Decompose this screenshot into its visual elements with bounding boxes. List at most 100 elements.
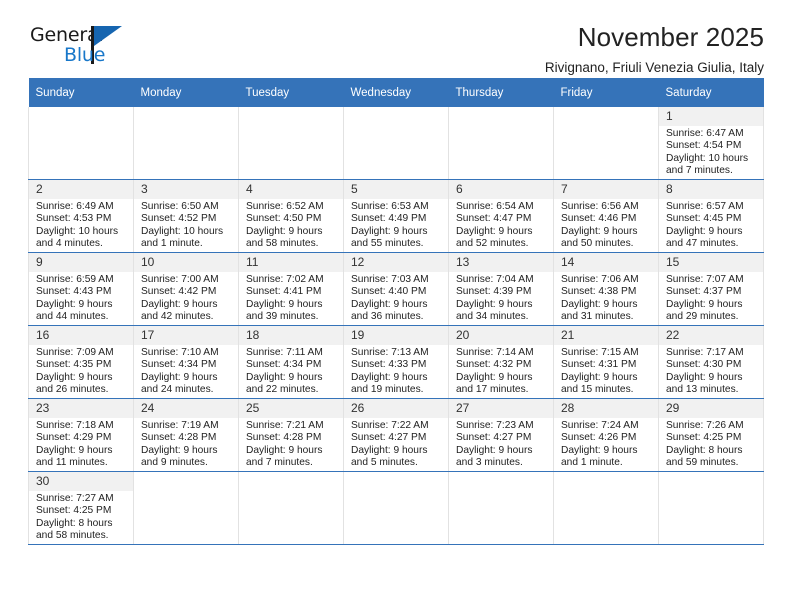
sunrise-text: Sunrise: 7:19 AM [141, 420, 219, 431]
day-details: Sunrise: 7:26 AM Sunset: 4:25 PM Daylight:… [659, 418, 763, 469]
daylight-text: Daylight: 9 hours and 9 minutes. [141, 444, 218, 468]
calendar-day-cell[interactable]: 16 Sunrise: 7:09 AM Sunset: 4:35 PM Dayligh… [28, 325, 134, 399]
calendar-day-cell[interactable]: 14 Sunrise: 7:06 AM Sunset: 4:38 PM Dayligh… [553, 252, 659, 326]
calendar-day-cell[interactable]: 7 Sunrise: 6:56 AM Sunset: 4:46 PM Daylight… [553, 179, 659, 253]
sunset-text: Sunset: 4:27 PM [456, 432, 532, 444]
day-number: 2 [29, 180, 133, 199]
sunrise-text: Sunrise: 7:23 AM [456, 420, 534, 431]
sunrise-text: Sunrise: 7:13 AM [351, 347, 429, 358]
sunrise-text: Sunrise: 6:57 AM [666, 201, 744, 212]
calendar-day-cell[interactable]: 30 Sunrise: 7:27 AM Sunset: 4:25 PM Dayligh… [28, 471, 134, 545]
day-number: 18 [239, 326, 343, 345]
sunset-text: Sunset: 4:53 PM [36, 213, 112, 225]
calendar-day-cell[interactable]: 2 Sunrise: 6:49 AM Sunset: 4:53 PM Daylight… [28, 179, 134, 253]
sunset-text: Sunset: 4:26 PM [561, 432, 637, 444]
sunset-text: Sunset: 4:54 PM [666, 140, 742, 152]
calendar-day-cell[interactable]: 11 Sunrise: 7:02 AM Sunset: 4:41 PM Dayligh… [238, 252, 344, 326]
day-details: Sunrise: 6:47 AM Sunset: 4:54 PM Daylight:… [659, 126, 763, 177]
day-details: Sunrise: 7:23 AM Sunset: 4:27 PM Daylight:… [449, 418, 553, 469]
daylight-text: Daylight: 9 hours and 58 minutes. [246, 225, 323, 249]
calendar-day-cell[interactable]: 1 Sunrise: 6:47 AM Sunset: 4:54 PM Daylight… [658, 107, 764, 180]
day-details: Sunrise: 6:59 AM Sunset: 4:43 PM Daylight:… [29, 272, 133, 323]
day-details: Sunrise: 7:15 AM Sunset: 4:31 PM Daylight:… [554, 345, 658, 396]
daylight-text: Daylight: 9 hours and 50 minutes. [561, 225, 638, 249]
day-details: Sunrise: 7:11 AM Sunset: 4:34 PM Daylight:… [239, 345, 343, 396]
daylight-text: Daylight: 9 hours and 1 minute. [561, 444, 638, 468]
day-details: Sunrise: 6:54 AM Sunset: 4:47 PM Daylight:… [449, 199, 553, 250]
calendar-day-cell[interactable]: 28 Sunrise: 7:24 AM Sunset: 4:26 PM Dayligh… [553, 398, 659, 472]
calendar-day-cell[interactable]: 27 Sunrise: 7:23 AM Sunset: 4:27 PM Dayligh… [448, 398, 554, 472]
calendar-day-cell[interactable]: 8 Sunrise: 6:57 AM Sunset: 4:45 PM Daylight… [658, 179, 764, 253]
daylight-text: Daylight: 9 hours and 44 minutes. [36, 298, 113, 322]
calendar-day-cell[interactable]: 10 Sunrise: 7:00 AM Sunset: 4:42 PM Dayligh… [133, 252, 239, 326]
day-details: Sunrise: 7:18 AM Sunset: 4:29 PM Daylight:… [29, 418, 133, 469]
calendar-day-cell[interactable]: 18 Sunrise: 7:11 AM Sunset: 4:34 PM Dayligh… [238, 325, 344, 399]
calendar-day-cell[interactable]: 3 Sunrise: 6:50 AM Sunset: 4:52 PM Daylight… [133, 179, 239, 253]
sunrise-text: Sunrise: 7:15 AM [561, 347, 639, 358]
day-details: Sunrise: 7:03 AM Sunset: 4:40 PM Daylight:… [344, 272, 448, 323]
sunset-text: Sunset: 4:42 PM [141, 286, 217, 298]
daylight-text: Daylight: 9 hours and 3 minutes. [456, 444, 533, 468]
daylight-text: Daylight: 8 hours and 59 minutes. [666, 444, 743, 468]
calendar-day-cell[interactable]: 20 Sunrise: 7:14 AM Sunset: 4:32 PM Dayligh… [448, 325, 554, 399]
daylight-text: Daylight: 9 hours and 11 minutes. [36, 444, 113, 468]
daylight-text: Daylight: 9 hours and 22 minutes. [246, 371, 323, 395]
daylight-text: Daylight: 9 hours and 19 minutes. [351, 371, 428, 395]
day-details: Sunrise: 7:04 AM Sunset: 4:39 PM Daylight:… [449, 272, 553, 323]
calendar-day-cell[interactable]: 19 Sunrise: 7:13 AM Sunset: 4:33 PM Dayligh… [343, 325, 449, 399]
day-number: 28 [554, 399, 658, 418]
calendar-day-cell[interactable]: 5 Sunrise: 6:53 AM Sunset: 4:49 PM Daylight… [343, 179, 449, 253]
sunrise-text: Sunrise: 7:11 AM [246, 347, 323, 358]
sunset-text: Sunset: 4:25 PM [36, 505, 112, 517]
day-details: Sunrise: 7:14 AM Sunset: 4:32 PM Daylight:… [449, 345, 553, 396]
calendar-day-cell[interactable]: 17 Sunrise: 7:10 AM Sunset: 4:34 PM Dayligh… [133, 325, 239, 399]
sunrise-text: Sunrise: 6:54 AM [456, 201, 534, 212]
sunrise-text: Sunrise: 7:00 AM [141, 274, 219, 285]
calendar-day-cell[interactable]: 6 Sunrise: 6:54 AM Sunset: 4:47 PM Daylight… [448, 179, 554, 253]
calendar-day-cell[interactable]: 21 Sunrise: 7:15 AM Sunset: 4:31 PM Dayligh… [553, 325, 659, 399]
daylight-text: Daylight: 9 hours and 17 minutes. [456, 371, 533, 395]
calendar-cell-empty [553, 471, 659, 545]
day-details: Sunrise: 7:00 AM Sunset: 4:42 PM Daylight:… [134, 272, 238, 323]
day-number: 19 [344, 326, 448, 345]
daylight-text: Daylight: 9 hours and 42 minutes. [141, 298, 218, 322]
daylight-text: Daylight: 9 hours and 52 minutes. [456, 225, 533, 249]
calendar-day-cell[interactable]: 22 Sunrise: 7:17 AM Sunset: 4:30 PM Dayligh… [658, 325, 764, 399]
general-blue-logo[interactable]: General Blue [28, 24, 148, 72]
calendar-day-cell[interactable]: 15 Sunrise: 7:07 AM Sunset: 4:37 PM Dayligh… [658, 252, 764, 326]
calendar-day-cell[interactable]: 9 Sunrise: 6:59 AM Sunset: 4:43 PM Daylight… [28, 252, 134, 326]
calendar-week-row: 30 Sunrise: 7:27 AM Sunset: 4:25 PM Dayligh… [28, 471, 764, 545]
day-details: Sunrise: 7:10 AM Sunset: 4:34 PM Daylight:… [134, 345, 238, 396]
calendar-day-cell[interactable]: 24 Sunrise: 7:19 AM Sunset: 4:28 PM Dayligh… [133, 398, 239, 472]
sunset-text: Sunset: 4:45 PM [666, 213, 742, 225]
sunset-text: Sunset: 4:34 PM [246, 359, 322, 371]
daylight-text: Daylight: 9 hours and 29 minutes. [666, 298, 743, 322]
calendar-page: General Blue November 2025 Rivignano, Fr… [0, 0, 792, 612]
sunrise-text: Sunrise: 7:03 AM [351, 274, 429, 285]
calendar-day-cell[interactable]: 4 Sunrise: 6:52 AM Sunset: 4:50 PM Daylight… [238, 179, 344, 253]
calendar-day-cell[interactable]: 13 Sunrise: 7:04 AM Sunset: 4:39 PM Dayligh… [448, 252, 554, 326]
daylight-text: Daylight: 10 hours and 1 minute. [141, 225, 224, 249]
calendar-day-cell[interactable]: 29 Sunrise: 7:26 AM Sunset: 4:25 PM Dayligh… [658, 398, 764, 472]
calendar-day-cell[interactable]: 25 Sunrise: 7:21 AM Sunset: 4:28 PM Dayligh… [238, 398, 344, 472]
day-details: Sunrise: 7:07 AM Sunset: 4:37 PM Daylight:… [659, 272, 763, 323]
calendar-cell-empty [343, 107, 449, 180]
calendar-day-cell[interactable]: 26 Sunrise: 7:22 AM Sunset: 4:27 PM Dayligh… [343, 398, 449, 472]
daylight-text: Daylight: 8 hours and 58 minutes. [36, 517, 113, 541]
day-details: Sunrise: 7:17 AM Sunset: 4:30 PM Daylight:… [659, 345, 763, 396]
calendar-cell-empty [28, 107, 134, 180]
calendar-week-row: 2 Sunrise: 6:49 AM Sunset: 4:53 PM Daylight… [28, 179, 764, 253]
sunset-text: Sunset: 4:31 PM [561, 359, 637, 371]
sunset-text: Sunset: 4:28 PM [141, 432, 217, 444]
sunrise-text: Sunrise: 7:24 AM [561, 420, 639, 431]
daylight-text: Daylight: 10 hours and 7 minutes. [666, 152, 749, 176]
calendar-day-cell[interactable]: 23 Sunrise: 7:18 AM Sunset: 4:29 PM Dayligh… [28, 398, 134, 472]
calendar-day-cell[interactable]: 12 Sunrise: 7:03 AM Sunset: 4:40 PM Dayligh… [343, 252, 449, 326]
day-details: Sunrise: 6:50 AM Sunset: 4:52 PM Daylight:… [134, 199, 238, 250]
sunset-text: Sunset: 4:28 PM [246, 432, 322, 444]
daylight-text: Daylight: 9 hours and 55 minutes. [351, 225, 428, 249]
day-number: 8 [659, 180, 763, 199]
day-number: 23 [29, 399, 133, 418]
daylight-text: Daylight: 9 hours and 26 minutes. [36, 371, 113, 395]
sunset-text: Sunset: 4:46 PM [561, 213, 637, 225]
